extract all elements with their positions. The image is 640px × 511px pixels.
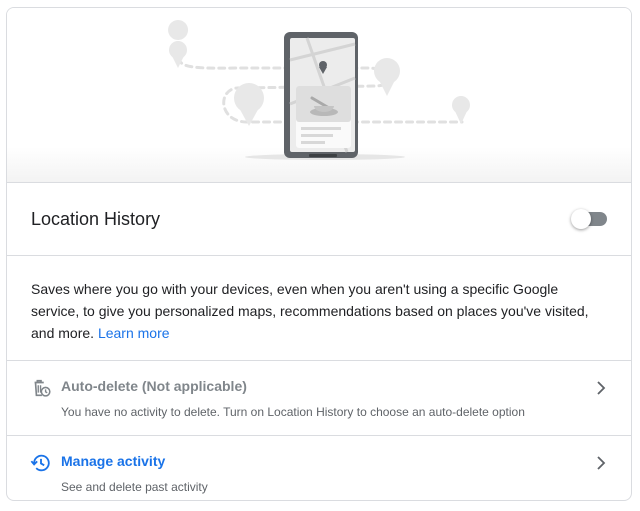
- location-history-description: Saves where you go with your devices, ev…: [7, 256, 631, 361]
- location-history-toggle[interactable]: [571, 209, 607, 229]
- manage-activity-title: Manage activity: [61, 453, 166, 469]
- chevron-right-icon: [597, 456, 606, 470]
- learn-more-link[interactable]: Learn more: [98, 325, 170, 341]
- trash-clock-icon: [34, 379, 51, 397]
- location-history-title: Location History: [31, 208, 161, 229]
- auto-delete-option[interactable]: Auto-delete (Not applicable) You have no…: [7, 361, 631, 436]
- auto-delete-title: Auto-delete (Not applicable): [61, 378, 247, 394]
- manage-activity-subtitle: See and delete past activity: [61, 480, 208, 494]
- toggle-thumb: [571, 209, 591, 229]
- manage-activity-option[interactable]: Manage activity See and delete past acti…: [7, 436, 631, 500]
- phone-map-illustration: [168, 20, 470, 160]
- location-history-header: Location History: [7, 183, 631, 256]
- history-icon: [30, 454, 50, 472]
- location-history-card: Location History Saves where you go with…: [6, 7, 632, 501]
- map-pin-icon: [168, 20, 189, 68]
- location-illustration: [7, 8, 631, 183]
- auto-delete-subtitle: You have no activity to delete. Turn on …: [61, 405, 525, 419]
- chevron-right-icon: [597, 381, 606, 395]
